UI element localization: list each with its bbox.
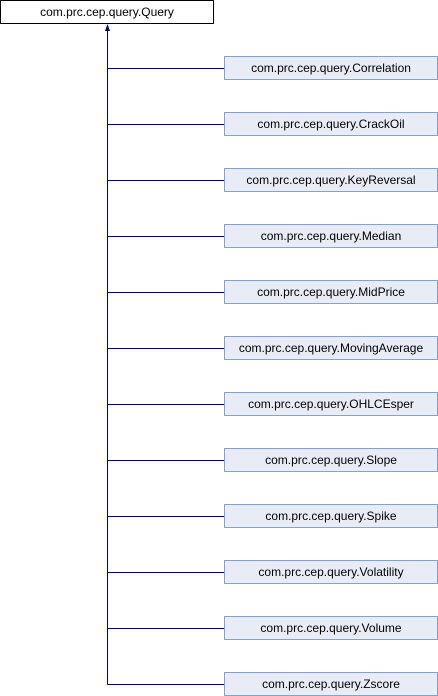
derived-class-node[interactable]: com.prc.cep.query.MovingAverage <box>224 336 438 360</box>
base-class-node[interactable]: com.prc.cep.query.Query <box>0 0 214 24</box>
derived-class-node[interactable]: com.prc.cep.query.Volatility <box>224 560 438 584</box>
derived-class-node[interactable]: com.prc.cep.query.Correlation <box>224 56 438 80</box>
derived-class-node[interactable]: com.prc.cep.query.Spike <box>224 504 438 528</box>
derived-class-node[interactable]: com.prc.cep.query.KeyReversal <box>224 168 438 192</box>
derived-class-node[interactable]: com.prc.cep.query.OHLCEsper <box>224 392 438 416</box>
derived-class-node[interactable]: com.prc.cep.query.MidPrice <box>224 280 438 304</box>
derived-class-node[interactable]: com.prc.cep.query.CrackOil <box>224 112 438 136</box>
derived-class-node[interactable]: com.prc.cep.query.Median <box>224 224 438 248</box>
derived-class-node[interactable]: com.prc.cep.query.Zscore <box>224 672 438 696</box>
derived-class-node[interactable]: com.prc.cep.query.Volume <box>224 616 438 640</box>
inheritance-arrowhead-icon <box>105 24 110 31</box>
derived-class-node[interactable]: com.prc.cep.query.Slope <box>224 448 438 472</box>
